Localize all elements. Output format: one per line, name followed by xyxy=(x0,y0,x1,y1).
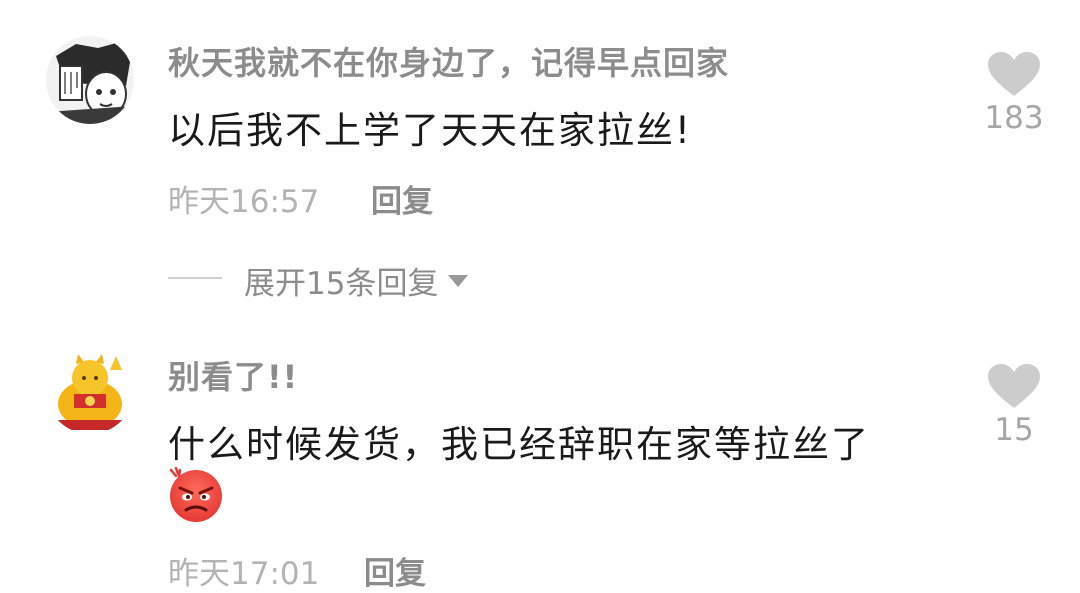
reply-button[interactable]: 回复 xyxy=(371,176,433,221)
expand-replies-button[interactable]: 展开15条回复 xyxy=(244,258,469,303)
divider-line xyxy=(168,277,222,279)
heart-icon xyxy=(988,364,1040,408)
like-button[interactable]: 15 xyxy=(974,364,1054,448)
triangle-down-icon xyxy=(448,274,469,287)
like-button[interactable]: 183 xyxy=(974,52,1054,136)
like-count: 15 xyxy=(994,412,1034,448)
comment-text: 什么时候发货，我已经辞职在家等拉丝了 xyxy=(168,423,870,466)
avatar[interactable] xyxy=(46,346,134,434)
comment-timestamp: 昨天16:57 xyxy=(168,184,320,220)
manga-character-avatar-icon xyxy=(46,36,134,124)
expand-replies-label: 展开15条回复 xyxy=(244,266,439,302)
like-count: 183 xyxy=(984,100,1044,136)
reply-button[interactable]: 回复 xyxy=(364,548,426,593)
comment-username[interactable]: 秋天我就不在你身边了，记得早点回家 xyxy=(168,38,729,84)
angry-face-emoji-icon xyxy=(166,464,226,528)
lucky-cat-avatar-icon xyxy=(46,346,134,434)
avatar[interactable] xyxy=(46,36,134,124)
comment-username[interactable]: 别看了!! xyxy=(168,352,298,398)
comment-text: 以后我不上学了天天在家拉丝! xyxy=(168,109,692,152)
heart-icon xyxy=(988,52,1040,96)
comment-timestamp: 昨天17:01 xyxy=(168,556,320,592)
